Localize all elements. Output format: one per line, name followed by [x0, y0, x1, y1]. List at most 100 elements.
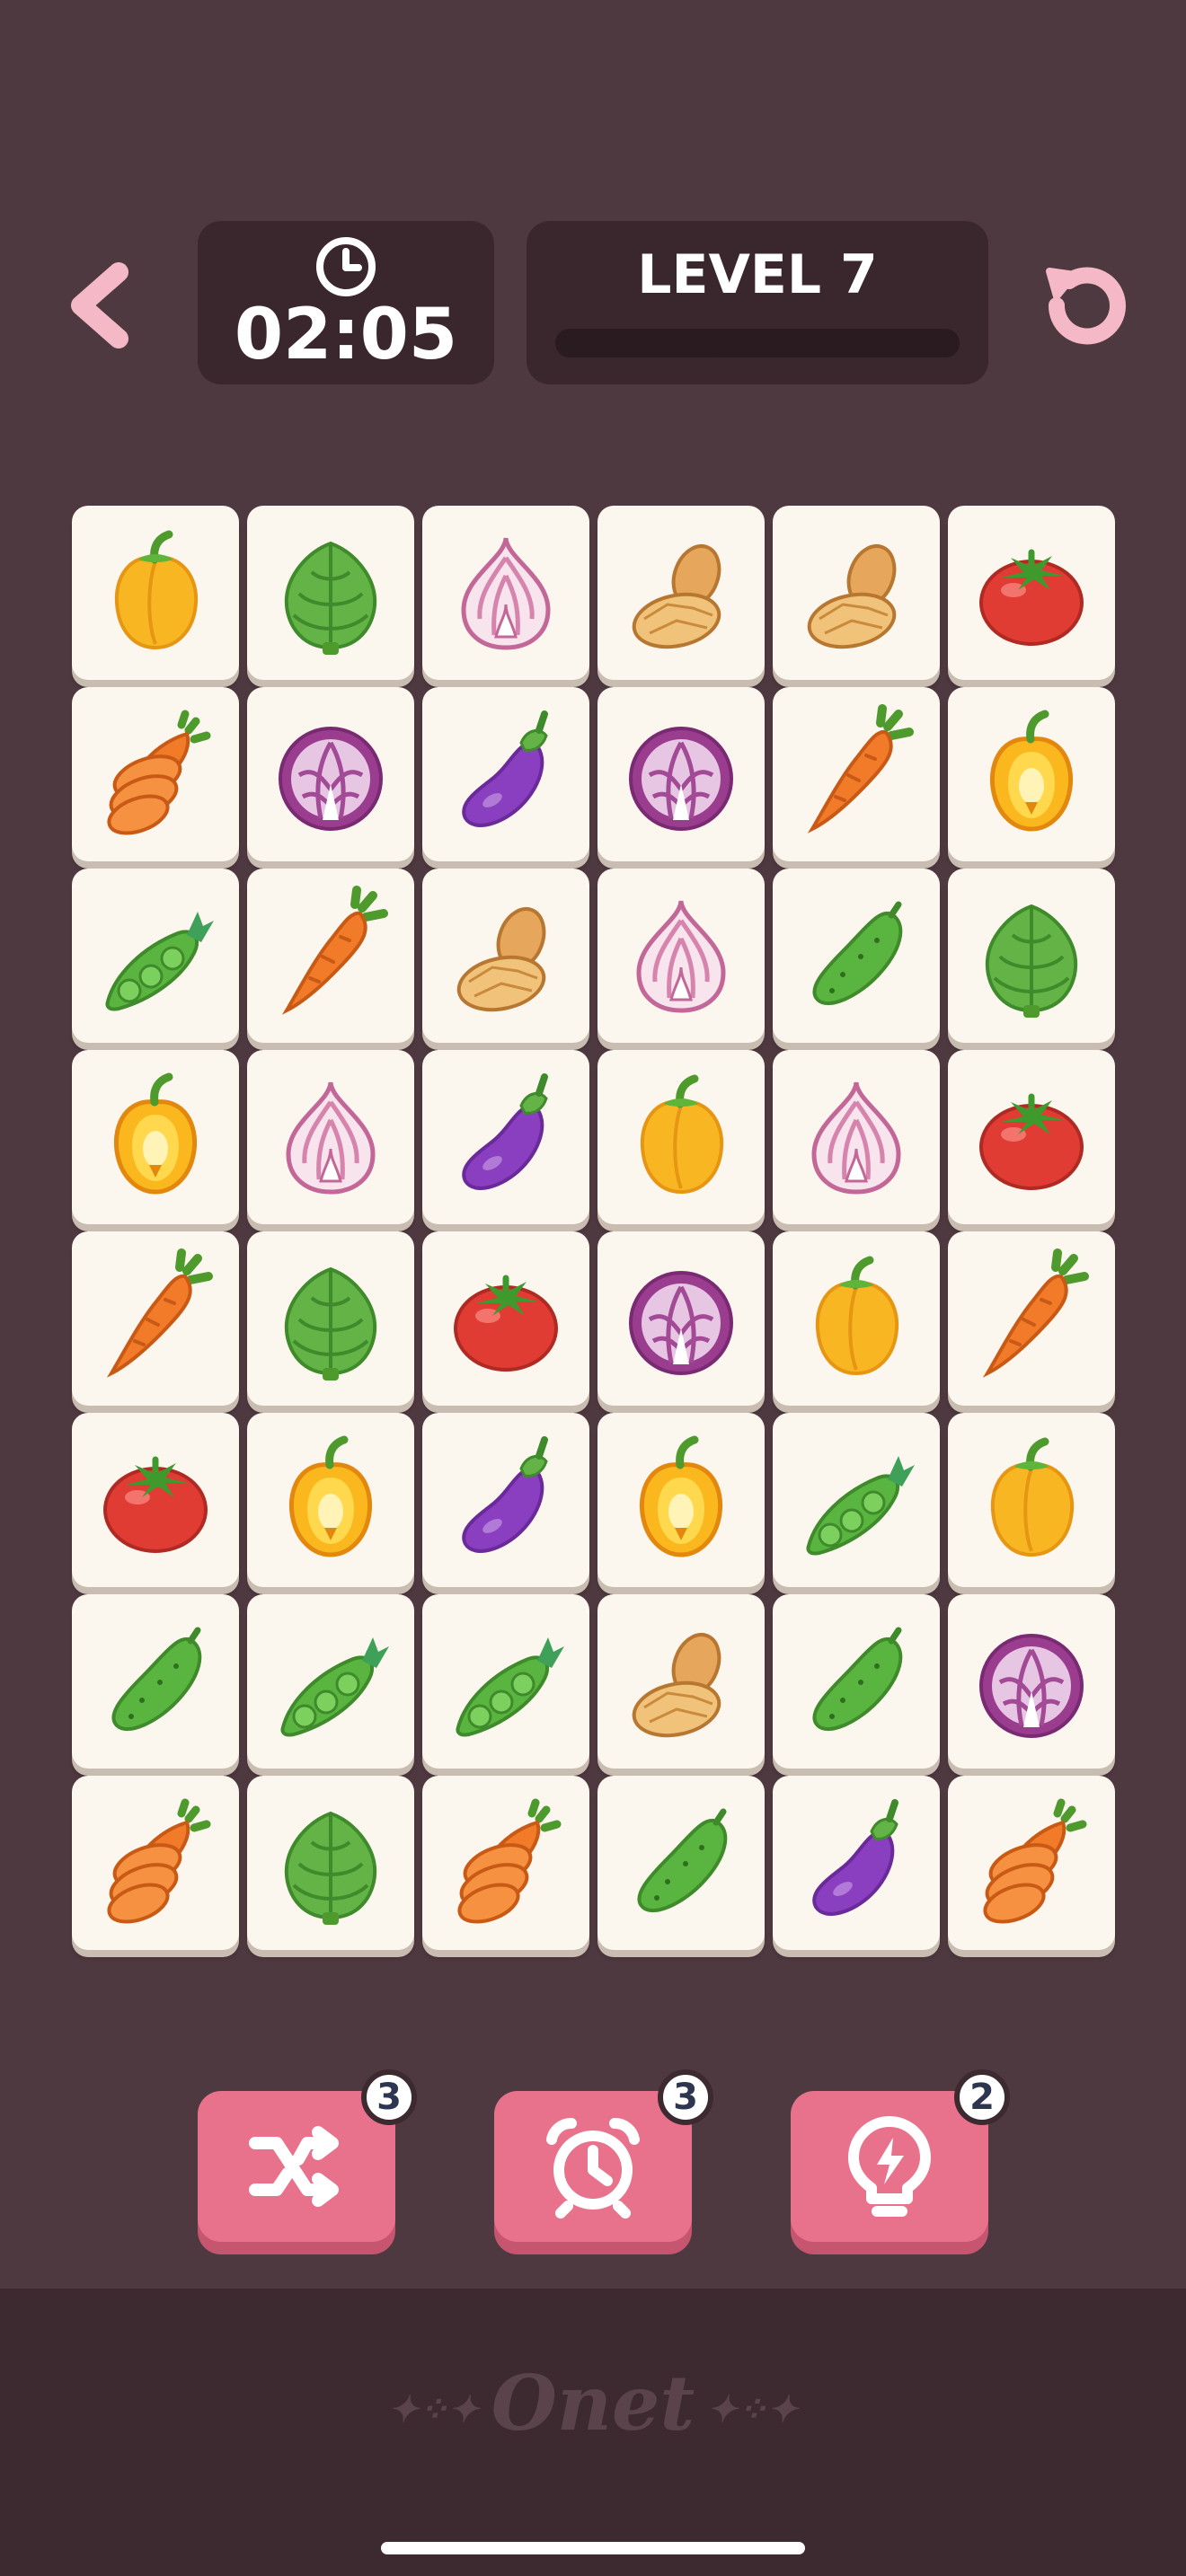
tile-artichoke[interactable] [247, 506, 414, 680]
shuffle-button[interactable]: 3 [198, 2069, 417, 2242]
tile-pepper-yellow[interactable] [597, 1050, 765, 1224]
artichoke-icon [284, 1811, 377, 1925]
tile-artichoke[interactable] [247, 1776, 414, 1950]
tile-pepper-half[interactable] [948, 687, 1115, 861]
tile-pepper-yellow[interactable] [773, 1231, 940, 1406]
tile-cabbage[interactable] [948, 1594, 1115, 1769]
tile-artichoke[interactable] [247, 1231, 414, 1406]
hint-count-badge: 2 [954, 2069, 1010, 2125]
tile-pepper-half[interactable] [597, 1413, 765, 1587]
tile-carrot-sliced[interactable] [72, 1776, 239, 1950]
onion-icon [811, 1081, 901, 1195]
tile-onion[interactable] [773, 1050, 940, 1224]
tile-onion[interactable] [597, 869, 765, 1043]
pepper-half-icon [113, 1072, 198, 1195]
tile-carrot[interactable] [948, 1231, 1115, 1406]
star-icon [822, 329, 860, 357]
carrot-sliced-icon [983, 1798, 1087, 1924]
level-title: LEVEL 7 [637, 243, 878, 306]
tile-tomato[interactable] [948, 506, 1115, 680]
tile-artichoke[interactable] [948, 869, 1115, 1043]
tile-cucumber[interactable] [597, 1776, 765, 1950]
tile-cucumber[interactable] [773, 869, 940, 1043]
tile-onion[interactable] [422, 506, 589, 680]
pepper-half-icon [288, 1435, 373, 1557]
tile-carrot[interactable] [773, 687, 940, 861]
time-freeze-button[interactable]: 3 [494, 2069, 713, 2242]
clock-icon [316, 237, 376, 296]
eggplant-icon [462, 710, 548, 827]
tile-eggplant[interactable] [422, 1050, 589, 1224]
tile-pepper-yellow[interactable] [948, 1413, 1115, 1587]
eggplant-icon [812, 1799, 898, 1916]
peas-icon [806, 1456, 915, 1556]
tile-cabbage[interactable] [247, 687, 414, 861]
tile-cucumber[interactable] [72, 1594, 239, 1769]
carrot-sliced-icon [457, 1798, 562, 1924]
tile-peas[interactable] [72, 869, 239, 1043]
ornament-right-icon: ✦⁘✦ [695, 2388, 798, 2430]
hint-button[interactable]: 2 [791, 2069, 1010, 2242]
tile-peas[interactable] [773, 1413, 940, 1587]
back-button[interactable] [56, 256, 146, 355]
cabbage-icon [279, 727, 383, 831]
tile-peanut[interactable] [597, 1594, 765, 1769]
cucumber-icon [111, 1627, 202, 1731]
artichoke-icon [284, 541, 377, 655]
carrot-sliced-icon [107, 1798, 211, 1924]
tile-carrot-sliced[interactable] [948, 1776, 1115, 1950]
tile-tomato[interactable] [72, 1413, 239, 1587]
artichoke-icon [985, 904, 1078, 1018]
tile-peas[interactable] [247, 1594, 414, 1769]
pepper-yellow-icon [640, 1074, 724, 1195]
peas-icon [280, 1637, 389, 1737]
tile-cucumber[interactable] [773, 1594, 940, 1769]
timer-text: 02:05 [234, 295, 458, 375]
star-icon [703, 329, 740, 357]
carrot-icon [281, 886, 388, 1015]
tile-eggplant[interactable] [422, 687, 589, 861]
home-indicator[interactable] [381, 2542, 805, 2554]
tomato-icon [979, 1093, 1084, 1190]
carrot-icon [807, 704, 914, 834]
eggplant-icon [462, 1436, 548, 1553]
tile-peas[interactable] [422, 1594, 589, 1769]
tile-peanut[interactable] [597, 506, 765, 680]
shuffle-count-badge: 3 [361, 2069, 417, 2125]
tile-peanut[interactable] [773, 506, 940, 680]
tile-pepper-half[interactable] [247, 1413, 414, 1587]
tile-tomato[interactable] [948, 1050, 1115, 1224]
tile-tomato[interactable] [422, 1231, 589, 1406]
tile-carrot[interactable] [247, 869, 414, 1043]
tile-eggplant[interactable] [422, 1413, 589, 1587]
tomato-icon [454, 1275, 558, 1372]
carrot-icon [982, 1248, 1089, 1378]
tile-pepper-half[interactable] [72, 1050, 239, 1224]
alarm-clock-icon [546, 2118, 640, 2219]
tile-cabbage[interactable] [597, 687, 765, 861]
cabbage-icon [979, 1634, 1084, 1738]
level-progress-bar [555, 329, 960, 357]
tile-pepper-yellow[interactable] [72, 506, 239, 680]
game-board [72, 506, 1115, 1952]
pepper-yellow-icon [114, 530, 199, 650]
peanut-icon [632, 544, 721, 649]
carrot-sliced-icon [107, 710, 211, 835]
peanut-icon [632, 1633, 721, 1738]
tile-cabbage[interactable] [597, 1231, 765, 1406]
tile-carrot[interactable] [72, 1231, 239, 1406]
chevron-left-icon [71, 262, 128, 348]
cucumber-icon [637, 1808, 728, 1912]
cabbage-icon [629, 1271, 733, 1375]
eggplant-icon [462, 1073, 548, 1190]
tile-carrot-sliced[interactable] [422, 1776, 589, 1950]
tomato-icon [103, 1456, 208, 1553]
tile-onion[interactable] [247, 1050, 414, 1224]
restart-button[interactable] [1030, 251, 1137, 359]
tile-eggplant[interactable] [773, 1776, 940, 1950]
pepper-half-icon [639, 1435, 723, 1557]
tile-carrot-sliced[interactable] [72, 687, 239, 861]
onion-icon [636, 900, 726, 1013]
carrot-icon [106, 1248, 213, 1378]
tile-peanut[interactable] [422, 869, 589, 1043]
